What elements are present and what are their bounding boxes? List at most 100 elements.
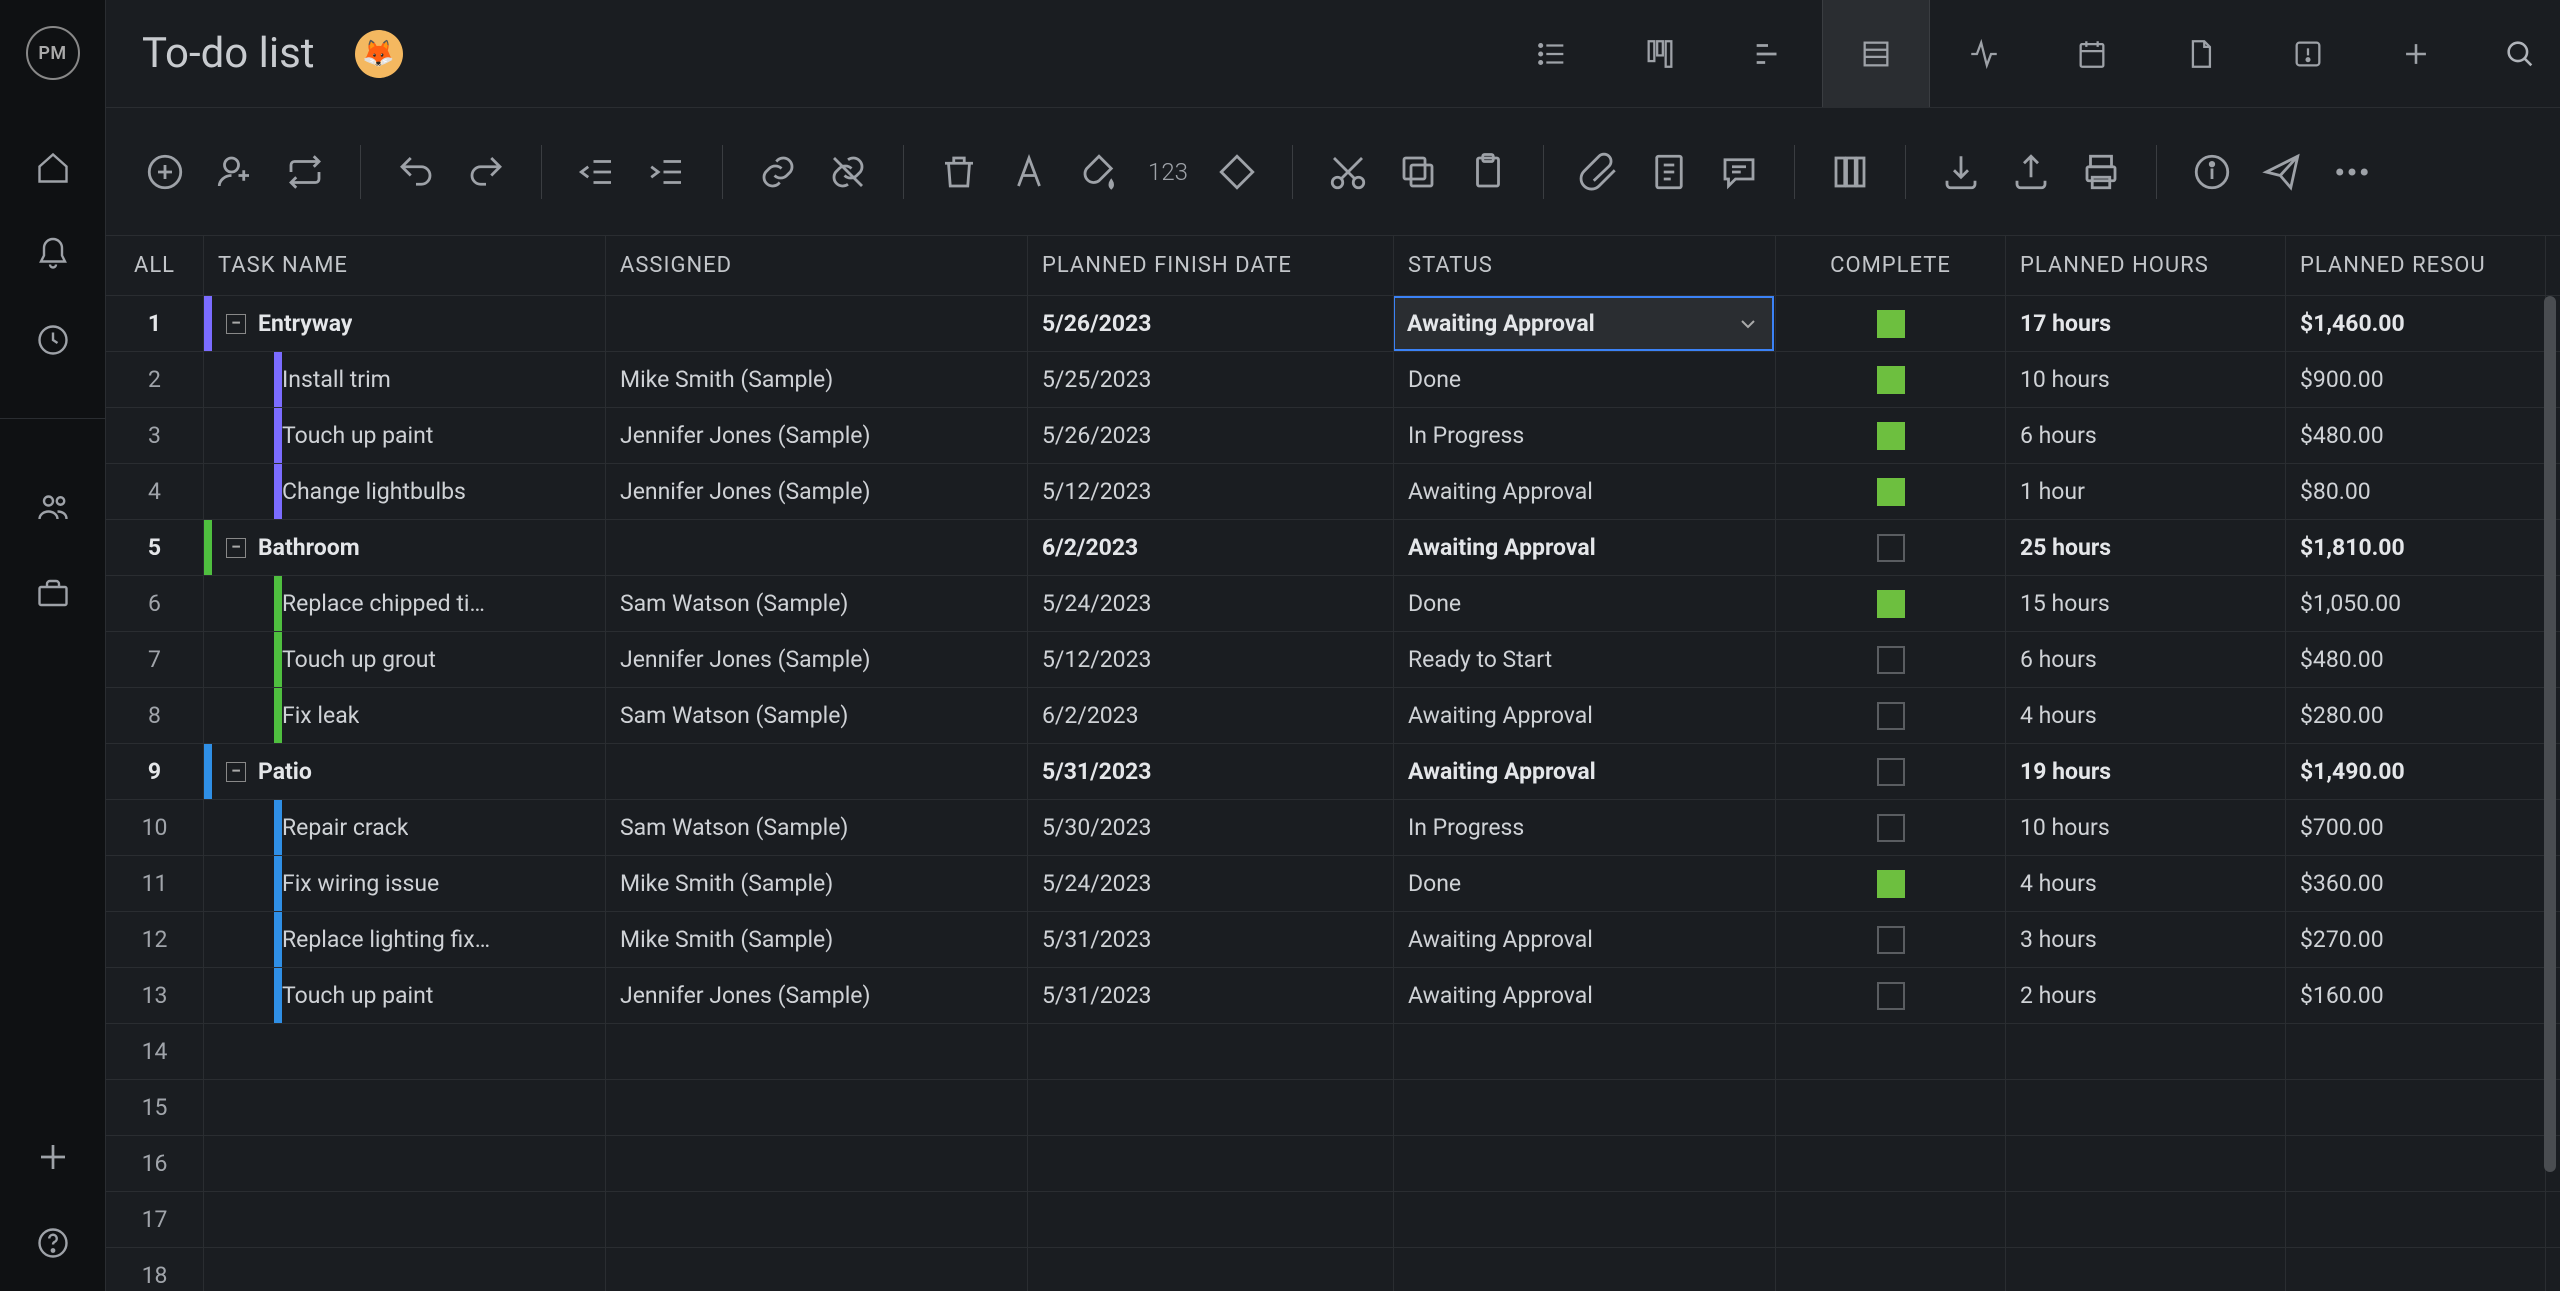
date-cell[interactable]: 5/12/2023 <box>1028 632 1394 687</box>
complete-cell[interactable] <box>1776 1080 2006 1135</box>
tag-icon[interactable] <box>1216 151 1258 193</box>
date-cell[interactable]: 5/24/2023 <box>1028 856 1394 911</box>
table-row[interactable]: 12Replace lighting fix…Mike Smith (Sampl… <box>106 912 2560 968</box>
complete-checkbox[interactable] <box>1877 478 1905 506</box>
cut-icon[interactable] <box>1327 151 1369 193</box>
status-cell[interactable]: In Progress <box>1394 800 1776 855</box>
chevron-down-icon[interactable] <box>1736 312 1760 336</box>
avatar[interactable]: 🦊 <box>355 30 403 78</box>
bell-icon[interactable] <box>35 236 71 272</box>
col-hours[interactable]: PLANNED HOURS <box>2006 236 2286 295</box>
table-row[interactable]: 7Touch up groutJennifer Jones (Sample)5/… <box>106 632 2560 688</box>
task-cell[interactable] <box>204 1192 606 1247</box>
status-cell[interactable]: Done <box>1394 576 1776 631</box>
hours-cell[interactable]: 17 hours <box>2006 296 2286 351</box>
assigned-cell[interactable] <box>606 1248 1028 1291</box>
complete-cell[interactable] <box>1776 1248 2006 1291</box>
hours-cell[interactable]: 6 hours <box>2006 408 2286 463</box>
view-board[interactable] <box>1606 0 1714 107</box>
resource-cell[interactable]: $480.00 <box>2286 408 2546 463</box>
indent-icon[interactable] <box>646 151 688 193</box>
complete-cell[interactable] <box>1776 632 2006 687</box>
complete-checkbox[interactable] <box>1877 814 1905 842</box>
hours-cell[interactable]: 4 hours <box>2006 856 2286 911</box>
status-cell[interactable]: Awaiting Approval <box>1394 968 1776 1023</box>
complete-checkbox[interactable] <box>1877 534 1905 562</box>
row-number[interactable]: 4 <box>106 464 204 519</box>
complete-cell[interactable] <box>1776 912 2006 967</box>
copy-icon[interactable] <box>1397 151 1439 193</box>
complete-checkbox[interactable] <box>1877 646 1905 674</box>
complete-cell[interactable] <box>1776 968 2006 1023</box>
import-icon[interactable] <box>1940 151 1982 193</box>
complete-checkbox[interactable] <box>1877 366 1905 394</box>
view-add[interactable] <box>2362 0 2470 107</box>
hours-cell[interactable]: 15 hours <box>2006 576 2286 631</box>
assigned-cell[interactable]: Jennifer Jones (Sample) <box>606 632 1028 687</box>
date-cell[interactable]: 5/12/2023 <box>1028 464 1394 519</box>
table-row[interactable]: 1−Entryway5/26/2023Awaiting Approval17 h… <box>106 296 2560 352</box>
app-logo[interactable]: PM <box>26 26 80 80</box>
assigned-cell[interactable] <box>606 1080 1028 1135</box>
complete-cell[interactable] <box>1776 856 2006 911</box>
table-row[interactable]: 17 <box>106 1192 2560 1248</box>
assigned-cell[interactable] <box>606 1192 1028 1247</box>
row-number[interactable]: 18 <box>106 1248 204 1291</box>
complete-checkbox[interactable] <box>1877 926 1905 954</box>
table-row[interactable]: 14 <box>106 1024 2560 1080</box>
info-icon[interactable] <box>2191 151 2233 193</box>
resource-cell[interactable] <box>2286 1080 2546 1135</box>
resource-cell[interactable]: $270.00 <box>2286 912 2546 967</box>
link-icon[interactable] <box>757 151 799 193</box>
export-icon[interactable] <box>2010 151 2052 193</box>
assigned-cell[interactable] <box>606 1024 1028 1079</box>
resource-cell[interactable]: $360.00 <box>2286 856 2546 911</box>
date-cell[interactable]: 6/2/2023 <box>1028 520 1394 575</box>
complete-cell[interactable] <box>1776 520 2006 575</box>
hours-cell[interactable]: 3 hours <box>2006 912 2286 967</box>
task-cell[interactable]: Change lightbulbs <box>204 464 606 519</box>
vertical-scrollbar[interactable] <box>2534 296 2560 1291</box>
col-assigned[interactable]: ASSIGNED <box>606 236 1028 295</box>
columns-icon[interactable] <box>1829 151 1871 193</box>
hours-cell[interactable]: 4 hours <box>2006 688 2286 743</box>
resource-cell[interactable] <box>2286 1192 2546 1247</box>
task-cell[interactable]: −Patio <box>204 744 606 799</box>
assign-icon[interactable] <box>214 151 256 193</box>
status-cell[interactable]: In Progress <box>1394 408 1776 463</box>
briefcase-icon[interactable] <box>35 575 71 611</box>
date-cell[interactable]: 5/30/2023 <box>1028 800 1394 855</box>
task-cell[interactable]: Touch up paint <box>204 968 606 1023</box>
status-cell[interactable] <box>1394 1248 1776 1291</box>
hours-cell[interactable]: 6 hours <box>2006 632 2286 687</box>
table-row[interactable]: 13Touch up paintJennifer Jones (Sample)5… <box>106 968 2560 1024</box>
table-row[interactable]: 15 <box>106 1080 2560 1136</box>
assigned-cell[interactable]: Jennifer Jones (Sample) <box>606 464 1028 519</box>
table-row[interactable]: 2Install trimMike Smith (Sample)5/25/202… <box>106 352 2560 408</box>
hours-cell[interactable] <box>2006 1080 2286 1135</box>
date-cell[interactable]: 5/25/2023 <box>1028 352 1394 407</box>
send-icon[interactable] <box>2261 151 2303 193</box>
date-cell[interactable]: 5/31/2023 <box>1028 912 1394 967</box>
table-row[interactable]: 5−Bathroom6/2/2023Awaiting Approval25 ho… <box>106 520 2560 576</box>
task-cell[interactable] <box>204 1136 606 1191</box>
view-activity[interactable] <box>1930 0 2038 107</box>
hours-cell[interactable]: 10 hours <box>2006 800 2286 855</box>
outdent-icon[interactable] <box>576 151 618 193</box>
complete-cell[interactable] <box>1776 296 2006 351</box>
assigned-cell[interactable] <box>606 1136 1028 1191</box>
hours-cell[interactable]: 19 hours <box>2006 744 2286 799</box>
number-format-icon[interactable]: 123 <box>1148 158 1188 186</box>
status-cell[interactable]: Awaiting Approval <box>1394 296 1776 351</box>
task-cell[interactable]: Touch up grout <box>204 632 606 687</box>
assigned-cell[interactable]: Jennifer Jones (Sample) <box>606 968 1028 1023</box>
date-cell[interactable]: 5/31/2023 <box>1028 968 1394 1023</box>
task-cell[interactable]: −Bathroom <box>204 520 606 575</box>
assigned-cell[interactable] <box>606 520 1028 575</box>
row-number[interactable]: 6 <box>106 576 204 631</box>
assigned-cell[interactable]: Sam Watson (Sample) <box>606 800 1028 855</box>
hours-cell[interactable]: 1 hour <box>2006 464 2286 519</box>
assigned-cell[interactable]: Jennifer Jones (Sample) <box>606 408 1028 463</box>
col-date[interactable]: PLANNED FINISH DATE <box>1028 236 1394 295</box>
date-cell[interactable] <box>1028 1136 1394 1191</box>
